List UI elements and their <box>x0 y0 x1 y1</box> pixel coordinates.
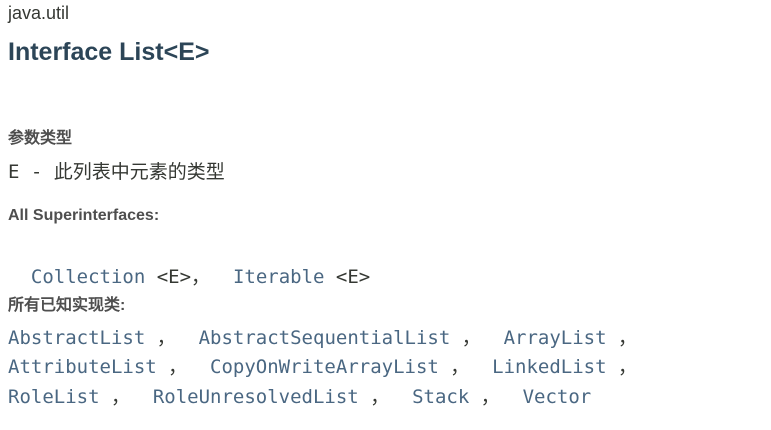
implementing-class-link-stack[interactable]: Stack <box>412 386 469 408</box>
implementing-class-link-roleunresolvedlist[interactable]: RoleUnresolvedList <box>153 386 359 408</box>
list-separator: ， <box>191 266 233 288</box>
list-separator: ， <box>145 327 199 349</box>
list-separator: ， <box>438 356 493 378</box>
page-title: Interface List<E> <box>8 38 210 66</box>
implementing-class-link-arraylist[interactable]: ArrayList <box>504 327 607 349</box>
superinterfaces-list: Collection <E>， Iterable <E> <box>8 240 370 289</box>
implementing-classes-line: AbstractList ， AbstractSequentialList ， … <box>8 323 637 350</box>
list-separator: ， <box>606 356 637 378</box>
list-separator: ， <box>606 327 638 349</box>
implementing-class-link-abstractsequentiallist[interactable]: AbstractSequentialList <box>199 327 451 349</box>
superinterface-link-collection[interactable]: Collection <box>31 266 145 288</box>
implementing-classes-line: RoleList ， RoleUnresolvedList ， Stack ， … <box>8 382 591 409</box>
superinterface-link-iterable[interactable]: Iterable <box>233 266 325 288</box>
implementing-class-link-rolelist[interactable]: RoleList <box>8 386 100 408</box>
implementing-class-link-attributelist[interactable]: AttributeList <box>8 356 157 378</box>
list-separator: ， <box>450 327 504 349</box>
type-parameter-entry: E - 此列表中元素的类型 <box>8 157 225 184</box>
type-argument: <E> <box>324 266 371 288</box>
type-parameters-heading: 参数类型 <box>8 130 73 147</box>
type-argument: <E> <box>145 266 192 288</box>
superinterfaces-heading: All Superinterfaces: <box>8 207 160 224</box>
package-name: java.util <box>8 3 70 23</box>
implementing-classes-heading: 所有已知实现类: <box>8 297 126 314</box>
type-parameter-name: E <box>8 161 20 183</box>
type-parameter-dash: - <box>19 161 54 183</box>
implementing-classes-line: AttributeList ， CopyOnWriteArrayList ， L… <box>8 352 637 379</box>
list-separator: ， <box>358 386 413 408</box>
list-separator: ， <box>156 356 211 378</box>
implementing-class-link-vector[interactable]: Vector <box>523 386 592 408</box>
implementing-class-link-abstractlist[interactable]: AbstractList <box>8 327 145 349</box>
type-parameter-description: 此列表中元素的类型 <box>53 161 225 183</box>
implementing-class-link-copyonwritearraylist[interactable]: CopyOnWriteArrayList <box>210 356 439 378</box>
list-separator: ， <box>469 386 523 408</box>
implementing-class-link-linkedlist[interactable]: LinkedList <box>492 356 606 378</box>
list-separator: ， <box>99 386 153 408</box>
